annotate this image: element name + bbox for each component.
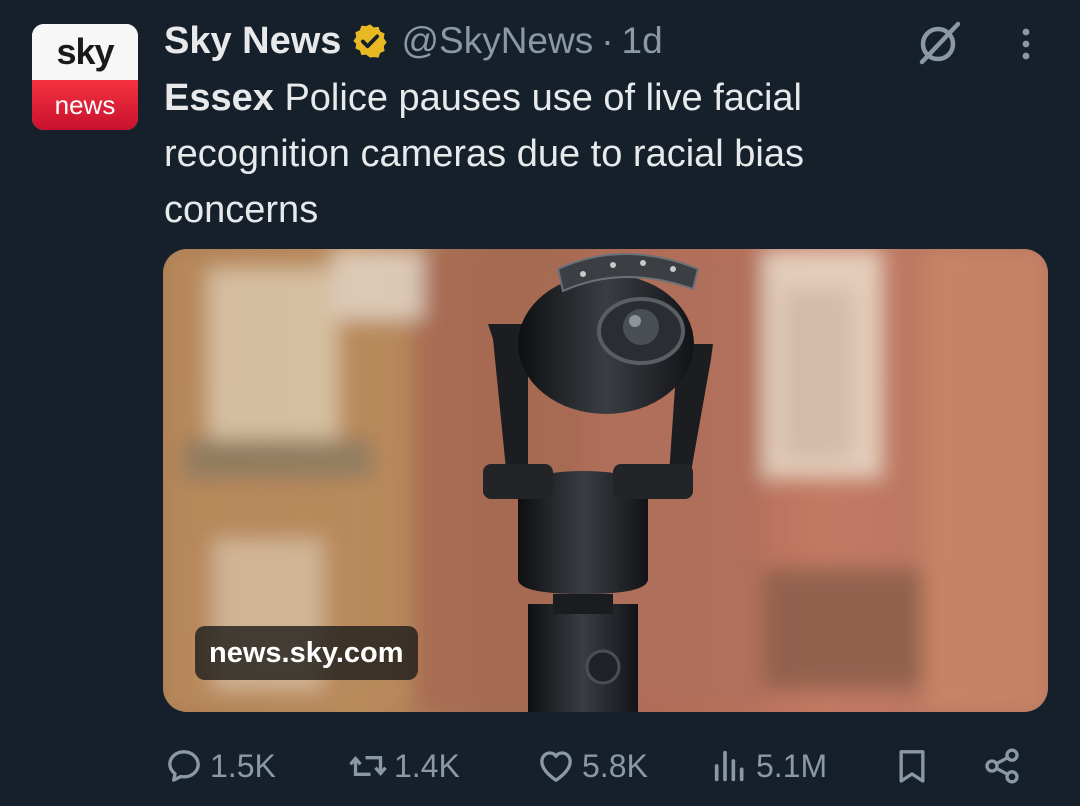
- views-button[interactable]: 5.1M: [710, 740, 827, 792]
- tweet-text: Essex Police pauses use of live facial r…: [164, 70, 924, 238]
- card-domain-label: news.sky.com: [195, 626, 418, 680]
- share-icon: [985, 748, 1019, 784]
- account-name[interactable]: Sky News: [164, 20, 341, 63]
- timestamp[interactable]: 1d: [622, 20, 663, 62]
- views-count: 5.1M: [756, 747, 828, 784]
- repost-button[interactable]: 1.4K: [348, 740, 460, 792]
- reply-count: 1.5K: [210, 747, 276, 784]
- share-button[interactable]: [982, 740, 1028, 792]
- tweet-header: Sky News @SkyNews · 1d: [164, 16, 663, 66]
- avatar-logo-top: sky: [32, 24, 138, 80]
- reply-icon: [168, 750, 200, 782]
- link-card[interactable]: news.sky.com: [163, 249, 1048, 712]
- bookmark-icon: [899, 750, 925, 783]
- tweet-text-bold: Essex: [164, 77, 274, 119]
- repost-icon: [349, 755, 387, 777]
- heart-icon: [540, 751, 572, 782]
- separator-dot: ·: [601, 20, 614, 61]
- bookmark-button[interactable]: [892, 740, 938, 792]
- avatar-logo-bottom: news: [32, 80, 138, 130]
- account-handle[interactable]: @SkyNews: [401, 20, 593, 62]
- repost-count: 1.4K: [394, 747, 460, 784]
- action-bar: 1.5K 1.4K 5.8K 5.1M: [164, 740, 1044, 792]
- more-icon[interactable]: [1012, 24, 1040, 64]
- like-button[interactable]: 5.8K: [536, 740, 648, 792]
- avatar[interactable]: sky news: [32, 24, 138, 130]
- views-icon: [714, 750, 744, 782]
- grok-icon[interactable]: [914, 18, 964, 68]
- reply-button[interactable]: 1.5K: [164, 740, 276, 792]
- like-count: 5.8K: [582, 747, 648, 784]
- verified-badge-icon[interactable]: [351, 22, 389, 60]
